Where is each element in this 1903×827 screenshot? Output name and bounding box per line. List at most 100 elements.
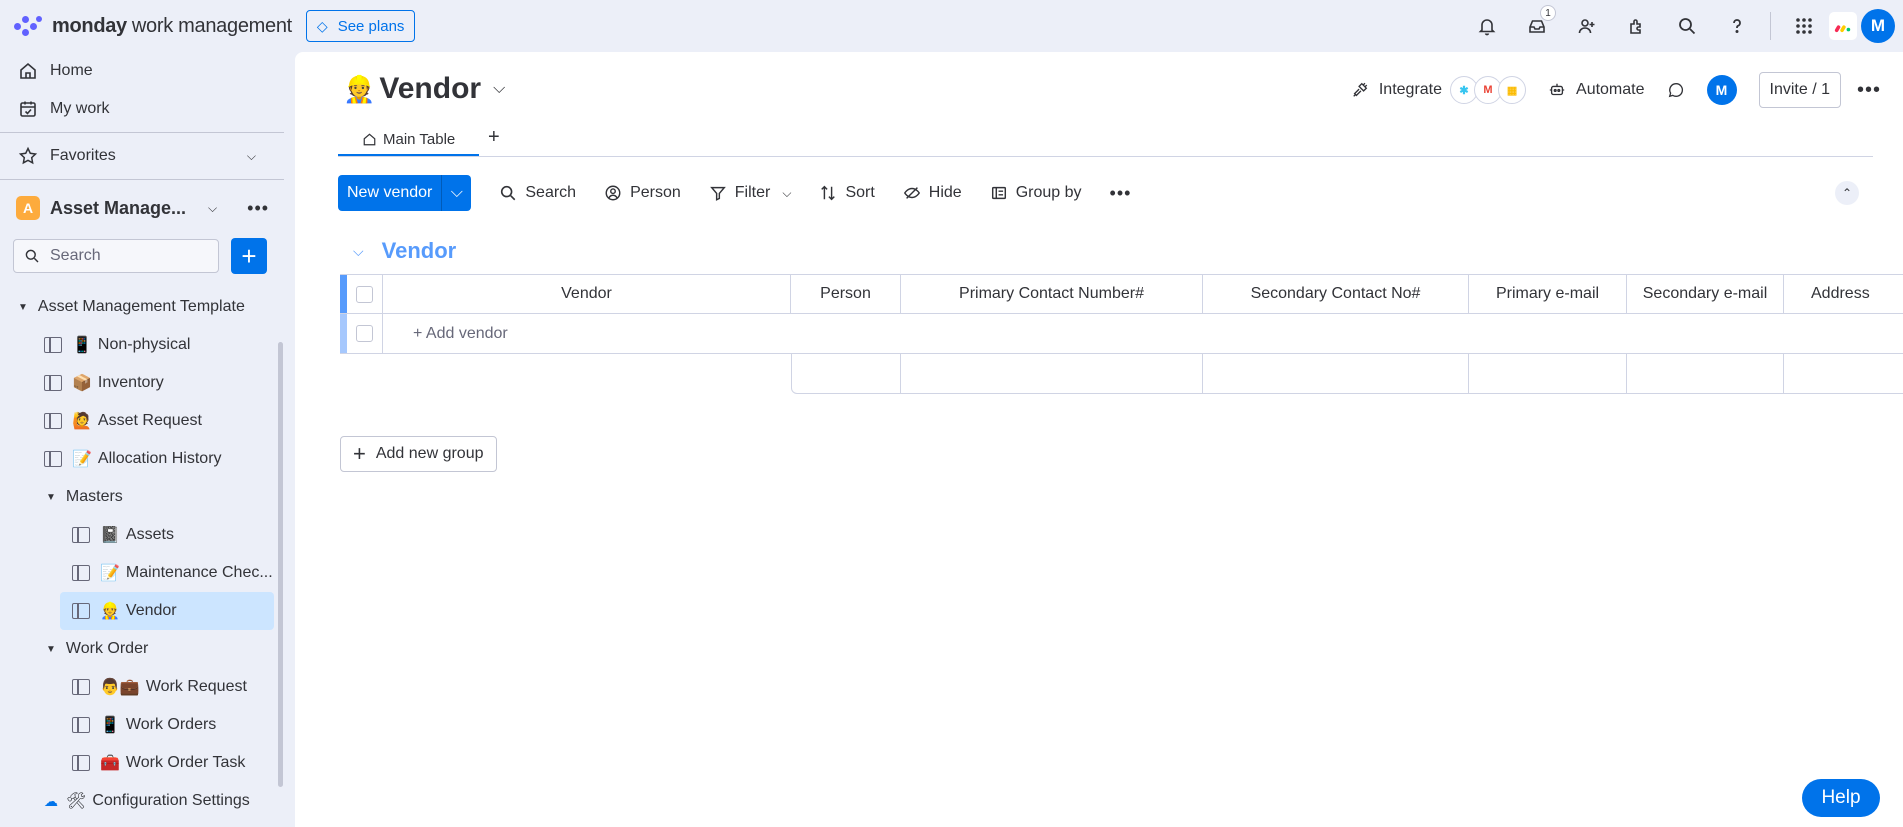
summary-cell	[901, 354, 1203, 394]
board-label: Assets	[125, 526, 174, 543]
sidebar-item-inventory[interactable]: 📦 Inventory	[0, 364, 284, 402]
invite-members-icon[interactable]	[1562, 0, 1612, 52]
plus-icon: +	[353, 441, 366, 466]
column-header-person[interactable]: Person	[791, 274, 901, 314]
automate-button[interactable]: Automate	[1548, 81, 1645, 99]
board-title[interactable]: Vendor	[379, 72, 481, 106]
integration-logos: ✱ M ▦	[1450, 76, 1527, 104]
board-icon	[72, 755, 90, 771]
board-label: Vendor	[125, 602, 177, 619]
summary-row	[791, 354, 1903, 394]
add-new-group-button[interactable]: + Add new group	[340, 436, 497, 472]
workspace-badge: A	[16, 196, 40, 220]
add-view-plus-icon[interactable]: +	[488, 126, 500, 149]
column-header-secondary-email[interactable]: Secondary e-mail	[1627, 274, 1784, 314]
search-icon[interactable]	[1662, 0, 1712, 52]
device-emoji-icon: 📱	[100, 717, 120, 734]
workspace-selector[interactable]: A Asset Manage... ⌵ •••	[0, 186, 284, 230]
sidebar-item-work-order-task[interactable]: 🧰 Work Order Task	[0, 744, 284, 782]
folder-label: Masters	[65, 488, 123, 505]
column-header-primary-contact[interactable]: Primary Contact Number#	[901, 274, 1203, 314]
column-header-address[interactable]: Address	[1784, 274, 1903, 314]
add-vendor-input[interactable]: + Add vendor	[383, 314, 1903, 354]
group-title[interactable]: Vendor	[382, 238, 457, 264]
caret-down-icon: ▼	[46, 643, 56, 655]
add-item-button[interactable]: +	[231, 238, 267, 274]
updates-button[interactable]	[1667, 81, 1685, 99]
integrate-button[interactable]: Integrate ✱ M ▦	[1351, 76, 1527, 104]
toolbar-person-button[interactable]: Person	[604, 184, 681, 202]
help-question-icon[interactable]	[1712, 0, 1762, 52]
help-button[interactable]: Help	[1802, 779, 1880, 817]
table-header-row: Vendor Person Primary Contact Number# Se…	[340, 274, 1903, 314]
divider	[338, 156, 1873, 157]
group-color-stripe	[340, 274, 347, 314]
more-options-icon[interactable]: •••	[1857, 79, 1881, 102]
see-plans-label: See plans	[337, 17, 405, 35]
board-toolbar: New vendor ⌵ Search Person Filter ⌵ Sort…	[338, 175, 1873, 211]
apps-marketplace-icon[interactable]	[1612, 0, 1662, 52]
monday-product-icon[interactable]	[1829, 12, 1857, 40]
robot-icon	[1549, 83, 1565, 96]
select-all-checkbox[interactable]	[347, 274, 383, 314]
monday-logo[interactable]: monday work management	[14, 14, 292, 38]
tab-main-table[interactable]: Main Table	[338, 124, 480, 156]
toolbar-group-by-button[interactable]: Group by	[990, 184, 1082, 202]
inbox-icon[interactable]: 1	[1512, 0, 1562, 52]
column-header-primary-email[interactable]: Primary e-mail	[1469, 274, 1627, 314]
invite-button[interactable]: Invite / 1	[1758, 72, 1841, 108]
folder-label: Asset Management Template	[37, 298, 245, 315]
collapse-header-chevron-up-icon[interactable]: ⌃	[1835, 181, 1859, 205]
sidebar-item-work-request[interactable]: 👨💼 Work Request	[0, 668, 284, 706]
tab-main-table-label: Main Table	[383, 130, 456, 148]
row-checkbox[interactable]	[347, 314, 383, 354]
toolbar-search-button[interactable]: Search	[499, 184, 576, 202]
chevron-down-icon[interactable]: ⌵	[208, 201, 217, 216]
sidebar-item-work-orders[interactable]: 📱 Work Orders	[0, 706, 284, 744]
board-label: Work Order Task	[125, 754, 246, 771]
memo-emoji-icon: 📝	[72, 451, 92, 468]
sidebar-item-allocation-history[interactable]: 📝 Allocation History	[0, 440, 284, 478]
divider	[0, 179, 284, 180]
folder-asset-management-template[interactable]: ▼ Asset Management Template	[0, 288, 284, 326]
column-header-vendor[interactable]: Vendor	[383, 274, 791, 314]
user-avatar[interactable]: M	[1861, 9, 1895, 43]
app-switcher-grid-icon[interactable]	[1779, 0, 1829, 52]
chevron-down-icon[interactable]: ⌵	[782, 186, 791, 201]
toolbar-sort-label: Sort	[845, 184, 875, 201]
sidebar-item-asset-request[interactable]: 🙋 Asset Request	[0, 402, 284, 440]
toolbar-group-by-label: Group by	[1015, 184, 1082, 201]
toolbar-filter-button[interactable]: Filter ⌵	[709, 184, 791, 202]
chevron-down-icon[interactable]: ⌵	[441, 175, 471, 211]
sidebar-item-configuration-settings[interactable]: ☁ 🛠 Configuration Settings	[0, 782, 284, 820]
more-options-icon[interactable]: •••	[247, 198, 269, 219]
sidebar-item-my-work[interactable]: My work	[0, 90, 284, 128]
folder-work-order[interactable]: ▼ Work Order	[0, 630, 284, 668]
sidebar-item-non-physical[interactable]: 📱 Non-physical	[0, 326, 284, 364]
see-plans-button[interactable]: ◇ See plans	[305, 10, 416, 42]
sidebar-item-maintenance-check[interactable]: 📝 Maintenance Chec...	[0, 554, 284, 592]
chevron-down-icon[interactable]: ⌵	[353, 243, 364, 260]
sidebar-search-input[interactable]: Search	[13, 239, 219, 273]
new-vendor-button[interactable]: New vendor ⌵	[338, 175, 472, 211]
more-options-icon[interactable]: •••	[1110, 183, 1132, 204]
sidebar-scrollbar[interactable]	[278, 342, 283, 787]
chevron-down-icon[interactable]: ⌵	[493, 80, 505, 98]
column-header-secondary-contact[interactable]: Secondary Contact No#	[1203, 274, 1469, 314]
board-member-avatar[interactable]: M	[1706, 75, 1737, 105]
sidebar-item-home[interactable]: Home	[0, 52, 284, 90]
summary-cell	[1203, 354, 1469, 394]
sidebar-item-vendor[interactable]: 👷 Vendor	[60, 592, 274, 630]
board-label: Maintenance Chec...	[125, 564, 273, 581]
package-emoji-icon: 📦	[72, 375, 92, 392]
toolbar-sort-button[interactable]: Sort	[819, 184, 875, 202]
worker-emoji-icon: 👷	[100, 603, 120, 620]
caret-down-icon: ▼	[18, 301, 28, 313]
left-sidebar: Home My work Favorites ⌵ A Asset Manage.…	[0, 52, 284, 827]
folder-masters[interactable]: ▼ Masters	[0, 478, 284, 516]
sidebar-item-favorites[interactable]: Favorites ⌵	[0, 137, 284, 175]
notifications-bell-icon[interactable]	[1462, 0, 1512, 52]
toolbar-hide-button[interactable]: Hide	[903, 184, 962, 202]
chat-bubble-icon	[1668, 83, 1683, 98]
sidebar-item-assets[interactable]: 📓 Assets	[0, 516, 284, 554]
